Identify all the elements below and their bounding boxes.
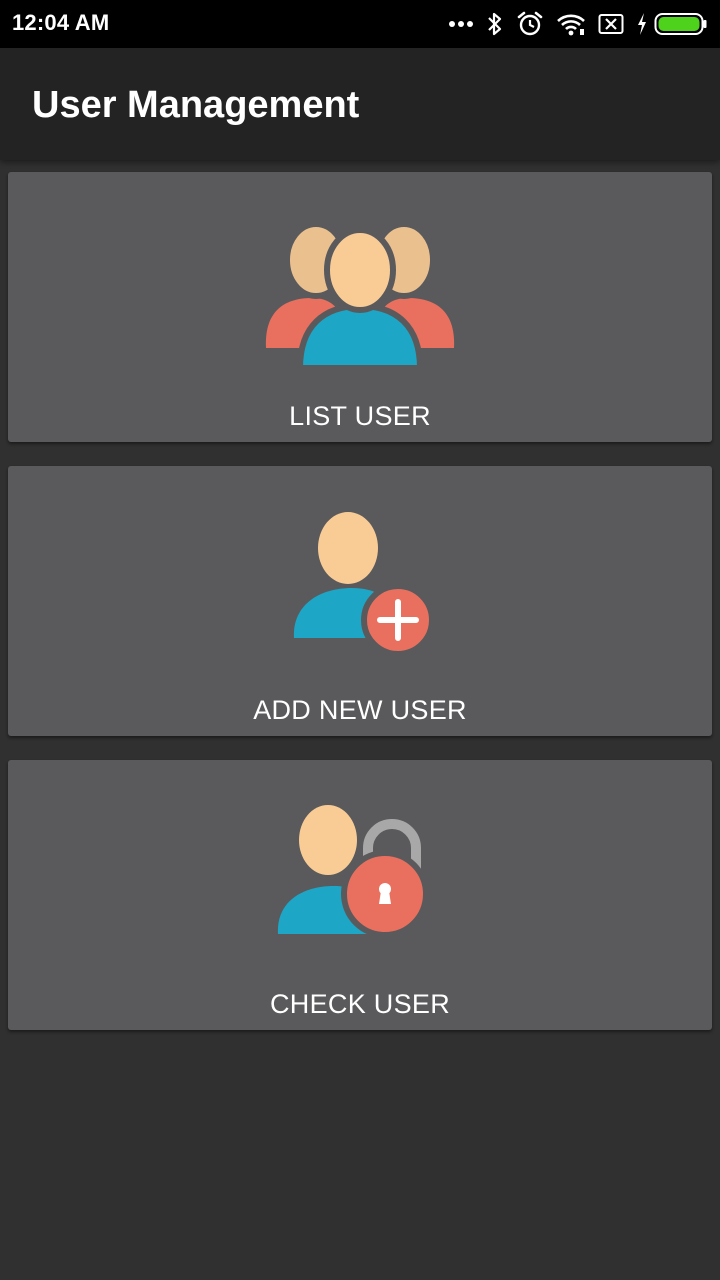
add-new-user-label: ADD NEW USER: [253, 695, 467, 725]
list-user-card[interactable]: LIST USER: [8, 172, 712, 442]
users-group-icon: [8, 172, 712, 372]
check-user-card[interactable]: CHECK USER: [8, 760, 712, 1030]
status-time: 12:04 AM: [12, 10, 110, 35]
status-icons: [436, 8, 708, 40]
page-title: User Management: [32, 84, 360, 126]
more-dots-icon: [448, 19, 474, 29]
menu-list: LIST USER ADD NEW USER CHECK USER: [0, 160, 720, 1280]
list-user-label: LIST USER: [289, 401, 431, 431]
check-user-label: CHECK USER: [269, 989, 451, 1019]
alarm-icon: [516, 10, 544, 38]
wifi-icon: [556, 12, 586, 36]
user-lock-icon: [8, 760, 712, 960]
bluetooth-icon: [486, 11, 504, 37]
add-user-icon: [8, 466, 712, 666]
battery-icon: [654, 12, 708, 36]
charging-icon: [636, 12, 648, 36]
sim-off-icon: [598, 13, 624, 35]
status-bar: 12:04 AM: [0, 0, 720, 48]
add-new-user-card[interactable]: ADD NEW USER: [8, 466, 712, 736]
app-bar: User Management: [0, 48, 720, 160]
